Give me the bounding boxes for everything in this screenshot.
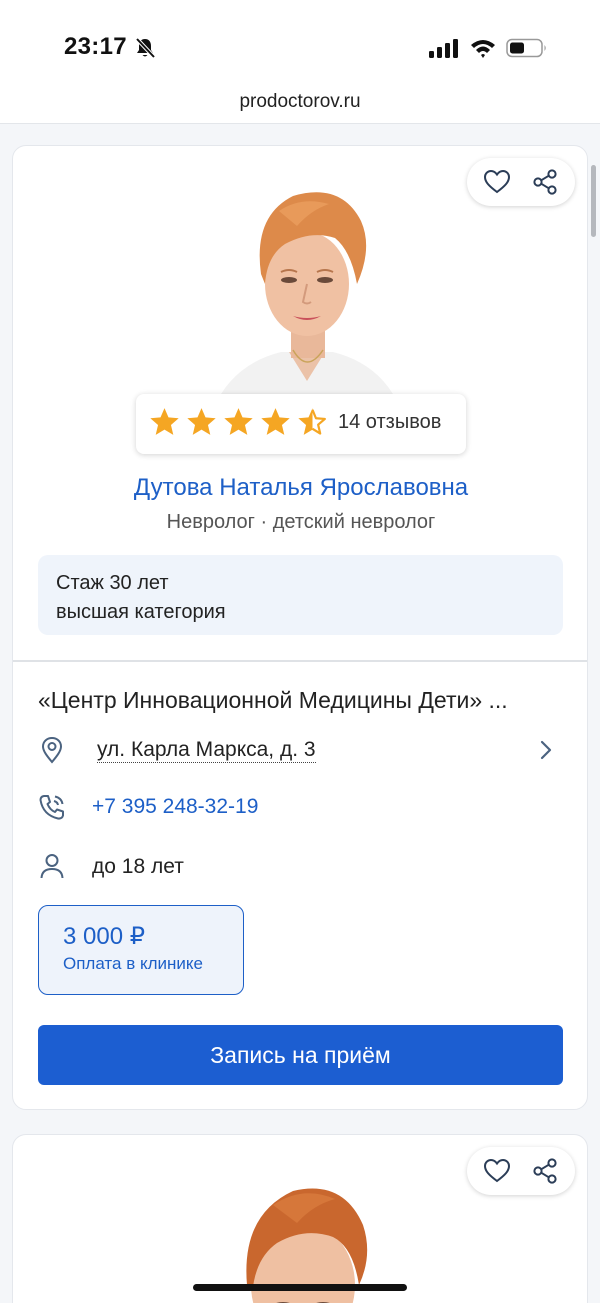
person-icon bbox=[40, 854, 64, 879]
star-full-icon bbox=[150, 408, 179, 435]
chevron-right-icon[interactable] bbox=[537, 738, 555, 762]
share-icon[interactable] bbox=[531, 1157, 559, 1185]
card-actions bbox=[467, 1147, 575, 1195]
patient-age: до 18 лет bbox=[92, 855, 184, 878]
rating-stars bbox=[148, 406, 329, 440]
bell-off-icon bbox=[135, 37, 156, 59]
experience-box: Стаж 30 лет высшая категория bbox=[38, 555, 563, 635]
clinic-name[interactable]: «Центр Инновационной Медицины Дети» ... bbox=[38, 687, 568, 714]
status-time: 23:17 bbox=[64, 33, 127, 60]
doctor-specialty: Невролог · детский невролог bbox=[166, 511, 436, 533]
clinic-address[interactable]: ул. Карла Маркса, д. 3 bbox=[97, 738, 316, 763]
star-full-icon bbox=[224, 408, 253, 435]
scrollbar[interactable] bbox=[591, 165, 596, 237]
price-value: 3 000 ₽ bbox=[63, 923, 145, 950]
book-appointment-button[interactable]: Запись на приём bbox=[38, 1025, 563, 1085]
heart-icon[interactable] bbox=[483, 1157, 511, 1185]
reviews-count[interactable]: 14 отзывов bbox=[338, 411, 441, 434]
doctor-card bbox=[12, 1134, 588, 1303]
price-option[interactable]: 3 000 ₽ Оплата в клинике bbox=[38, 905, 244, 995]
doctor-card: 14 отзывов Дутова Наталья Ярославовна Не… bbox=[12, 145, 588, 1110]
share-icon[interactable] bbox=[531, 168, 559, 196]
status-bar: 23:17 bbox=[0, 0, 600, 88]
doctor-photo[interactable] bbox=[201, 166, 413, 394]
url-text: prodoctorov.ru bbox=[239, 91, 361, 112]
experience-text: Стаж 30 лет bbox=[56, 572, 169, 594]
star-half-icon bbox=[298, 408, 326, 435]
phone-icon bbox=[39, 795, 64, 820]
price-note: Оплата в клинике bbox=[63, 954, 203, 973]
signal-icon bbox=[429, 39, 458, 58]
phone-number[interactable]: +7 395 248-32-19 bbox=[92, 795, 258, 819]
location-pin-icon bbox=[41, 736, 63, 764]
category-text: высшая категория bbox=[56, 601, 226, 623]
divider bbox=[13, 660, 587, 662]
heart-icon[interactable] bbox=[483, 168, 511, 196]
home-indicator[interactable] bbox=[193, 1284, 407, 1291]
address-bar[interactable]: prodoctorov.ru bbox=[0, 88, 600, 124]
star-full-icon bbox=[187, 408, 216, 435]
wifi-icon bbox=[471, 40, 495, 58]
rating-box[interactable]: 14 отзывов bbox=[136, 394, 466, 454]
card-actions bbox=[467, 158, 575, 206]
star-full-icon bbox=[261, 408, 290, 435]
doctor-name[interactable]: Дутова Наталья Ярославовна bbox=[13, 474, 587, 502]
battery-icon bbox=[506, 38, 546, 58]
